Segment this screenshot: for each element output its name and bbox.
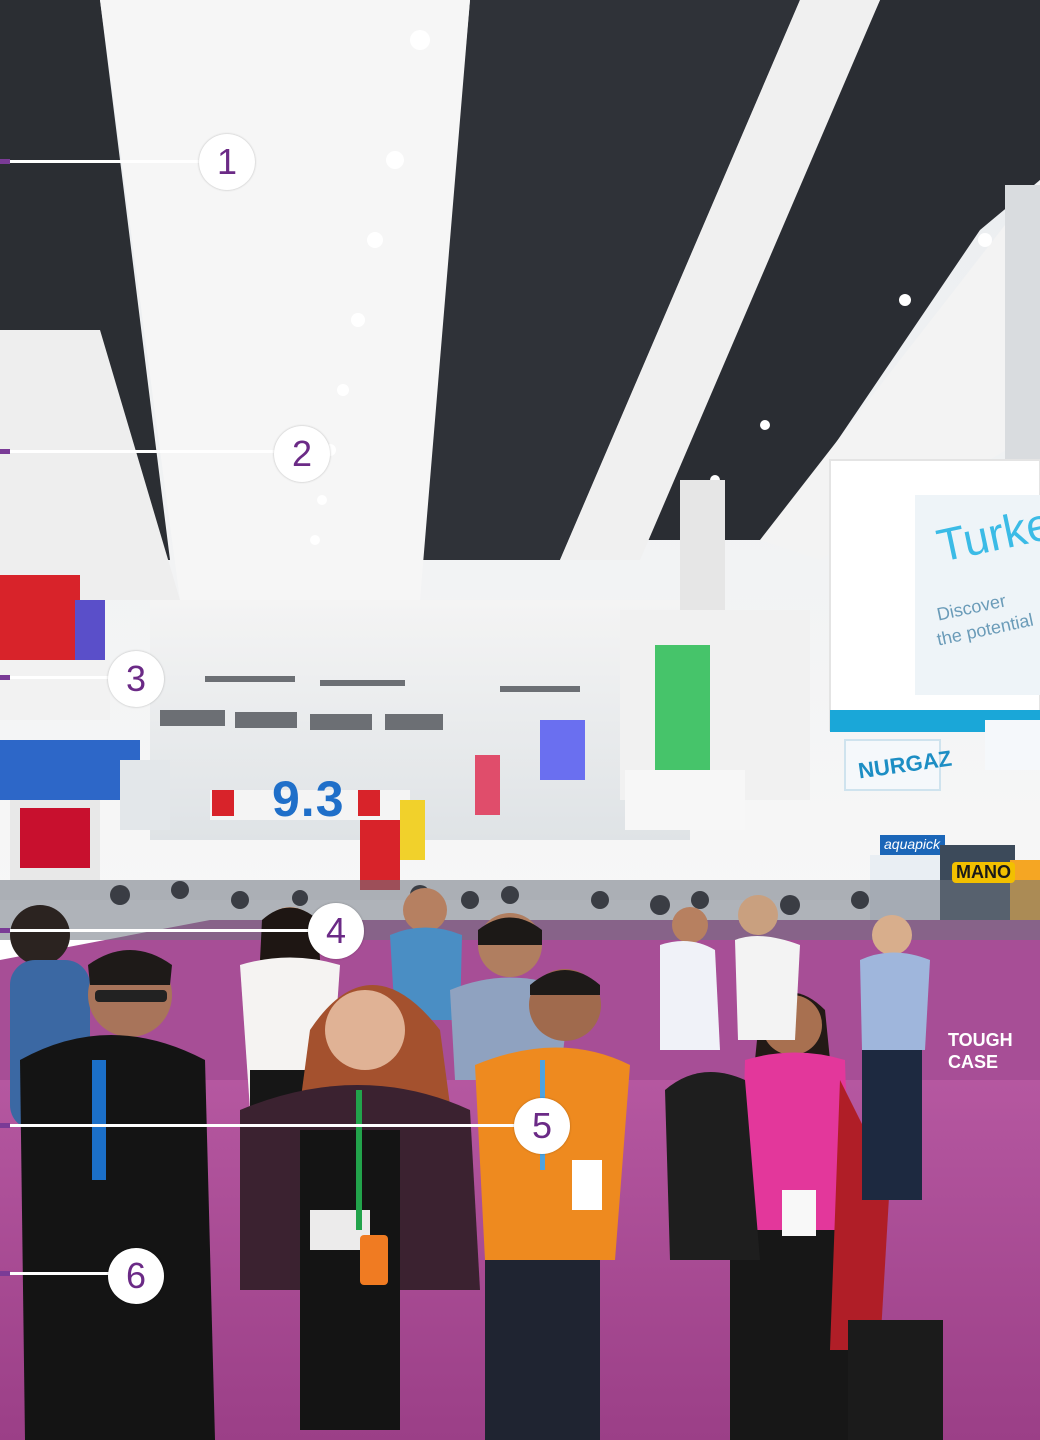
person-blue-shirt-right	[860, 915, 930, 1200]
booth-yellow	[400, 800, 425, 860]
booth-white-band	[0, 660, 110, 720]
scene-illustration	[0, 0, 1040, 1440]
mano-sign: MANO	[952, 862, 1015, 883]
leader-line-2	[0, 449, 278, 454]
leader-line-6	[0, 1271, 112, 1276]
callout-marker-1: 1	[199, 134, 255, 190]
hall-sign-red-left	[212, 790, 234, 816]
booth-pink-screen	[475, 755, 500, 815]
leader-line-4	[0, 928, 312, 933]
booth-green-screen	[655, 645, 710, 770]
leader-line-1	[0, 159, 204, 164]
callout-marker-2: 2	[274, 426, 330, 482]
callout-marker-6: 6	[108, 1248, 164, 1304]
leader-line-3	[0, 675, 112, 680]
aquapick-sign: aquapick	[884, 836, 941, 852]
callout-marker-5: 5	[514, 1098, 570, 1154]
booth-side	[120, 760, 170, 830]
booth-counter	[625, 770, 745, 830]
hall-sign-red-right	[358, 790, 380, 816]
booth-m-box	[985, 720, 1040, 770]
pillar-right	[1005, 185, 1040, 485]
booth-red-top	[0, 575, 80, 665]
exhibition-hall-photo: 9.3 Turkey Discover the potential NURGAZ…	[0, 0, 1040, 1440]
callout-marker-4: 4	[308, 903, 364, 959]
booth-display-screen	[20, 808, 90, 868]
hall-number-sign: 9.3	[272, 771, 345, 827]
callout-marker-3: 3	[108, 651, 164, 707]
booth-blue-screen	[540, 720, 585, 780]
booth-red-mid	[360, 820, 400, 890]
tough-case-line1: TOUGH	[948, 1030, 1013, 1050]
leader-line-5	[0, 1123, 518, 1128]
tough-case-line2: CASE	[948, 1052, 999, 1072]
booth-blue-band	[0, 740, 140, 800]
